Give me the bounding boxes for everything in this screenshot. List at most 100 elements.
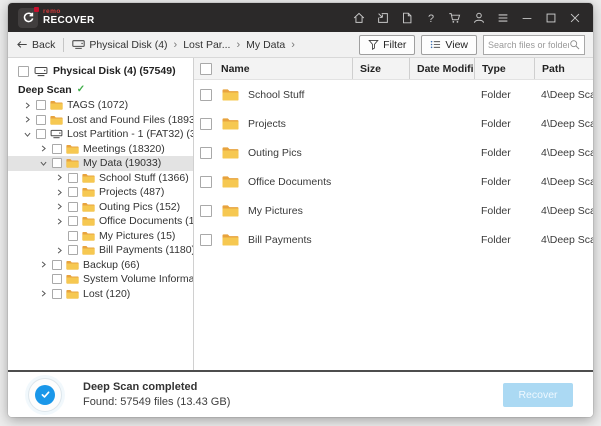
chevron-right-icon[interactable] xyxy=(38,260,48,270)
column-header-path[interactable]: Path xyxy=(534,58,593,79)
tree-item-checkbox[interactable] xyxy=(68,231,78,241)
tree-item[interactable]: Office Documents (15833) xyxy=(8,214,193,229)
cell-path: 4\Deep Scan\ xyxy=(534,138,593,167)
file-list-row[interactable]: ProjectsFolder4\Deep Scan\ xyxy=(194,109,593,138)
expander-spacer xyxy=(54,231,64,241)
file-name: My Pictures xyxy=(248,205,303,217)
tree-item-checkbox[interactable] xyxy=(36,115,46,125)
tree-item[interactable]: Meetings (18320) xyxy=(8,142,193,157)
file-list-row[interactable]: School StuffFolder4\Deep Scan\ xyxy=(194,80,593,109)
row-checkbox[interactable] xyxy=(200,234,212,246)
home-icon[interactable] xyxy=(351,10,367,26)
buy-cart-icon[interactable] xyxy=(447,10,463,26)
file-list-row[interactable]: Outing PicsFolder4\Deep Scan\ xyxy=(194,138,593,167)
maximize-icon[interactable] xyxy=(543,10,559,26)
tree-item[interactable]: Outing Pics (152) xyxy=(8,200,193,215)
tree-item-checkbox[interactable] xyxy=(52,274,62,284)
search-box xyxy=(483,35,585,55)
row-checkbox[interactable] xyxy=(200,176,212,188)
file-name: School Stuff xyxy=(248,89,304,101)
tree-item-checkbox[interactable] xyxy=(68,202,78,212)
row-checkbox[interactable] xyxy=(200,147,212,159)
chevron-down-icon[interactable] xyxy=(38,158,48,168)
cell-date-modified xyxy=(409,196,474,225)
breadcrumb-separator-icon: › xyxy=(291,39,295,51)
chevron-right-icon[interactable] xyxy=(54,216,64,226)
tree-item-label: Projects (487) xyxy=(99,186,164,198)
tree-item-checkbox[interactable] xyxy=(68,216,78,226)
tree-item-checkbox[interactable] xyxy=(68,245,78,255)
tree-item[interactable]: TAGS (1072) xyxy=(8,98,193,113)
chevron-right-icon[interactable] xyxy=(54,202,64,212)
root-checkbox[interactable] xyxy=(18,66,29,77)
tree-item-checkbox[interactable] xyxy=(36,100,46,110)
tree-item[interactable]: Lost (120) xyxy=(8,287,193,302)
back-button[interactable]: Back xyxy=(16,39,55,51)
chevron-right-icon[interactable] xyxy=(38,289,48,299)
breadcrumb-item[interactable]: Physical Disk (4) xyxy=(72,39,167,51)
tree-item-checkbox[interactable] xyxy=(52,158,62,168)
filter-icon xyxy=(368,39,379,50)
cell-path: 4\Deep Scan\ xyxy=(534,80,593,109)
folder-icon xyxy=(66,144,79,154)
column-header-size[interactable]: Size xyxy=(352,58,409,79)
root-label: Physical Disk (4) (57549) xyxy=(53,65,176,77)
tree-item-checkbox[interactable] xyxy=(52,260,62,270)
cell-type: Folder xyxy=(474,196,534,225)
tree-item[interactable]: Bill Payments (1180) xyxy=(8,243,193,258)
column-header-type[interactable]: Type xyxy=(474,58,534,79)
tree-item-checkbox[interactable] xyxy=(68,173,78,183)
tree-item[interactable]: Lost Partition - 1 (FAT32) (37541) xyxy=(8,127,193,142)
column-header-date-modified[interactable]: Date Modified xyxy=(409,58,474,79)
chevron-right-icon[interactable] xyxy=(54,173,64,183)
chevron-down-icon[interactable] xyxy=(22,129,32,139)
tree-item[interactable]: School Stuff (1366) xyxy=(8,171,193,186)
tree-item-checkbox[interactable] xyxy=(52,144,62,154)
tree-item[interactable]: Lost and Found Files (18936) xyxy=(8,113,193,128)
tree-item-checkbox[interactable] xyxy=(68,187,78,197)
file-list-row[interactable]: Office DocumentsFolder4\Deep Scan\ xyxy=(194,167,593,196)
row-checkbox[interactable] xyxy=(200,89,212,101)
tree-item[interactable]: My Pictures (15) xyxy=(8,229,193,244)
filter-button[interactable]: Filter xyxy=(359,35,415,55)
breadcrumb-separator-icon: › xyxy=(236,39,240,51)
chevron-right-icon[interactable] xyxy=(54,187,64,197)
chevron-right-icon[interactable] xyxy=(22,115,32,125)
file-list-row[interactable]: Bill PaymentsFolder4\Deep Scan\ xyxy=(194,225,593,254)
restore-session-icon[interactable] xyxy=(375,10,391,26)
chevron-right-icon[interactable] xyxy=(54,245,64,255)
chevron-right-icon[interactable] xyxy=(38,144,48,154)
status-bar: Deep Scan completed Found: 57549 files (… xyxy=(8,370,593,417)
column-header-name[interactable]: Name xyxy=(194,58,352,79)
file-list-row[interactable]: My PicturesFolder4\Deep Scan\ xyxy=(194,196,593,225)
row-checkbox[interactable] xyxy=(200,118,212,130)
status-title: Deep Scan completed xyxy=(83,381,230,393)
help-icon[interactable]: ? xyxy=(423,10,439,26)
search-input[interactable] xyxy=(488,40,569,50)
save-session-icon[interactable] xyxy=(399,10,415,26)
file-name: Bill Payments xyxy=(248,234,312,246)
tree-root-physical-disk[interactable]: Physical Disk (4) (57549) xyxy=(8,61,193,81)
minimize-icon[interactable] xyxy=(519,10,535,26)
breadcrumb-item[interactable]: Lost Par... xyxy=(183,39,230,51)
tree-item-checkbox[interactable] xyxy=(52,289,62,299)
row-checkbox[interactable] xyxy=(200,205,212,217)
tree-item[interactable]: My Data (19033) xyxy=(8,156,193,171)
close-icon[interactable] xyxy=(567,10,583,26)
recover-button[interactable]: Recover xyxy=(503,383,573,407)
tree-item-checkbox[interactable] xyxy=(36,129,46,139)
tree-item[interactable]: Projects (487) xyxy=(8,185,193,200)
chevron-right-icon[interactable] xyxy=(22,100,32,110)
tree-item[interactable]: System Volume Information (2) xyxy=(8,272,193,287)
view-button[interactable]: View xyxy=(421,35,477,55)
check-circle-icon xyxy=(35,385,55,405)
cell-path: 4\Deep Scan\ xyxy=(534,225,593,254)
folder-icon xyxy=(82,245,95,255)
search-icon[interactable] xyxy=(569,39,580,50)
tree-item[interactable]: Backup (66) xyxy=(8,258,193,273)
account-icon[interactable] xyxy=(471,10,487,26)
select-all-checkbox[interactable] xyxy=(200,63,212,75)
cell-date-modified xyxy=(409,80,474,109)
breadcrumb-item[interactable]: My Data xyxy=(246,39,285,51)
menu-icon[interactable] xyxy=(495,10,511,26)
